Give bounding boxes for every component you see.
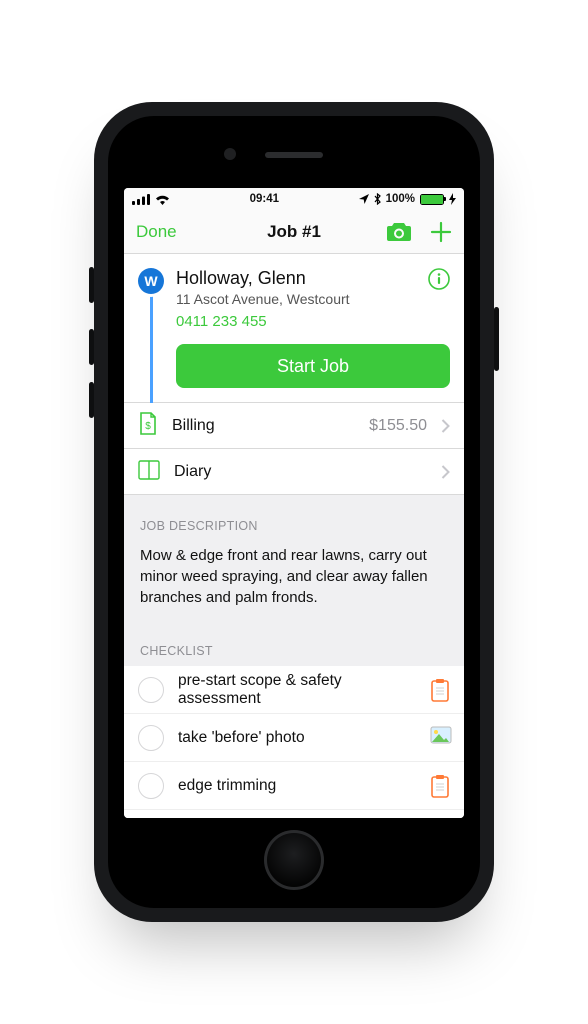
home-button[interactable] — [264, 830, 324, 890]
checkbox[interactable] — [138, 725, 164, 751]
diary-label: Diary — [174, 463, 427, 481]
device-speaker — [265, 152, 323, 158]
nav-bar: Done Job #1 — [124, 210, 464, 254]
clipboard-icon[interactable] — [430, 774, 450, 798]
job-description-text: Mow & edge front and rear lawns, carry o… — [124, 541, 464, 620]
customer-name: Holloway, Glenn — [176, 268, 450, 289]
bluetooth-icon — [374, 193, 381, 205]
camera-icon[interactable] — [386, 222, 412, 242]
checklist-item[interactable]: take 'before' photo — [124, 714, 464, 762]
chevron-right-icon — [441, 465, 450, 479]
checklist-item-label: take 'before' photo — [178, 729, 416, 747]
diary-row[interactable]: Diary — [124, 449, 464, 495]
billing-row[interactable]: $ Billing $155.50 — [124, 403, 464, 449]
customer-card: W Holloway, Glenn 11 Ascot Avenue, Westc… — [124, 254, 464, 403]
checklist-item[interactable]: pre-start scope & safety assessment — [124, 666, 464, 714]
add-button[interactable] — [430, 221, 452, 243]
checklist-header: CHECKLIST — [124, 620, 464, 666]
clipboard-icon[interactable] — [430, 678, 450, 702]
customer-initial-badge: W — [138, 268, 164, 294]
checklist-item-label: edge trimming — [178, 777, 416, 795]
checklist-item-label: pre-start scope & safety assessment — [178, 672, 416, 708]
billing-icon: $ — [138, 412, 158, 440]
battery-icon — [420, 194, 444, 205]
device-frame: 09:41 100% Done Jo — [94, 102, 494, 922]
timeline-line — [150, 294, 153, 403]
device-camera — [224, 148, 236, 160]
checklist-item[interactable]: mow lawns front & rear — [124, 810, 464, 818]
status-time: 09:41 — [250, 193, 279, 205]
diary-icon — [138, 460, 160, 484]
customer-address: 11 Ascot Avenue, Westcourt — [176, 291, 450, 307]
customer-phone[interactable]: 0411 233 455 — [176, 313, 450, 330]
info-icon[interactable] — [428, 268, 450, 294]
svg-text:$: $ — [145, 421, 151, 432]
job-description-header: JOB DESCRIPTION — [124, 495, 464, 541]
billing-label: Billing — [172, 417, 355, 435]
start-job-button[interactable]: Start Job — [176, 344, 450, 388]
chevron-right-icon — [441, 419, 450, 433]
checklist-item[interactable]: edge trimming — [124, 762, 464, 810]
charging-icon — [449, 193, 456, 205]
checkbox[interactable] — [138, 677, 164, 703]
billing-value: $155.50 — [369, 417, 427, 435]
done-button[interactable]: Done — [136, 222, 177, 242]
app-screen: 09:41 100% Done Jo — [124, 188, 464, 818]
wifi-icon — [155, 194, 170, 205]
device-bezel: 09:41 100% Done Jo — [108, 116, 480, 908]
location-arrow-icon — [359, 194, 369, 204]
checkbox[interactable] — [138, 773, 164, 799]
cellular-signal-icon — [132, 194, 150, 205]
photo-icon[interactable] — [430, 726, 450, 750]
content-scroll[interactable]: W Holloway, Glenn 11 Ascot Avenue, Westc… — [124, 254, 464, 818]
status-bar: 09:41 100% — [124, 188, 464, 210]
battery-pct: 100% — [386, 193, 415, 205]
